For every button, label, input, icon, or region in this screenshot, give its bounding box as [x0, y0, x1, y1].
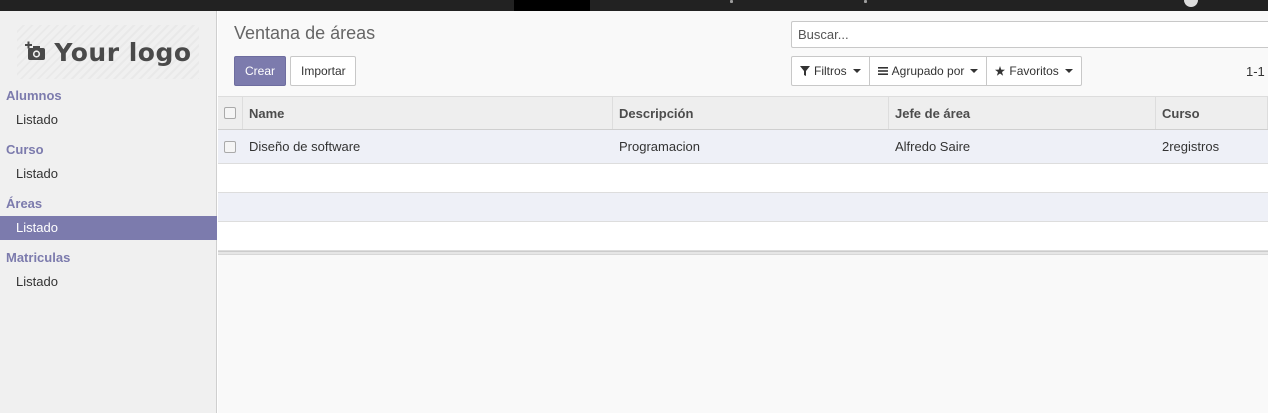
- search-input[interactable]: [792, 22, 1268, 47]
- cell-curso: 2registros: [1162, 139, 1220, 154]
- menu-header-alumnos[interactable]: Alumnos: [0, 84, 217, 108]
- camera-plus-icon: [25, 41, 46, 60]
- column-header-name[interactable]: Name: [243, 97, 613, 129]
- menu-header-matriculas[interactable]: Matriculas: [0, 246, 217, 270]
- column-header-jefe-de-area[interactable]: Jefe de área: [889, 97, 1156, 129]
- menu-section-alumnos: Alumnos Listado: [0, 84, 217, 132]
- menu-item-curso-listado[interactable]: Listado: [0, 162, 217, 186]
- cell-name: Diseño de software: [249, 139, 361, 154]
- user-avatar[interactable]: [1184, 0, 1198, 7]
- filters-button[interactable]: Filtros: [792, 57, 869, 85]
- empty-table-row: [218, 164, 1268, 193]
- table-footer: [218, 251, 1268, 255]
- import-button[interactable]: Importar: [290, 56, 356, 86]
- logo-text: Your logo: [54, 37, 192, 67]
- column-header-curso[interactable]: Curso: [1156, 97, 1268, 129]
- filter-icon: [800, 66, 810, 76]
- favorites-button[interactable]: Favoritos: [986, 57, 1080, 85]
- caret-down-icon: [1064, 69, 1073, 73]
- row-checkbox[interactable]: [224, 140, 236, 153]
- page-title: Ventana de áreas: [234, 23, 376, 43]
- group-by-button[interactable]: Agrupado por: [868, 57, 987, 85]
- top-navbar-text-fragment: [730, 0, 733, 3]
- table-header-row: Name Descripción Jefe de área Curso: [218, 96, 1268, 130]
- cell-jefe-de-area: Alfredo Saire: [895, 139, 971, 154]
- main-content: Ventana de áreas Crear Importar Filtros …: [218, 11, 1268, 413]
- menu-section-matriculas: Matriculas Listado: [0, 246, 217, 294]
- caret-down-icon: [852, 69, 861, 73]
- search-options: Filtros Agrupado por Favoritos: [791, 56, 1082, 86]
- favorites-label: Favoritos: [1009, 64, 1059, 78]
- select-all-checkbox[interactable]: [224, 107, 236, 119]
- bars-icon: [877, 67, 888, 75]
- top-navbar-text-fragment: [864, 0, 867, 3]
- caret-down-icon: [970, 69, 979, 73]
- menu-section-curso: Curso Listado: [0, 138, 217, 186]
- cell-descripcion: Programacion: [619, 139, 700, 154]
- row-select-cell: [218, 130, 243, 163]
- menu-header-areas[interactable]: Áreas: [0, 192, 217, 216]
- menu-item-alumnos-listado[interactable]: Listado: [0, 108, 217, 132]
- menu-section-areas: Áreas Listado: [0, 192, 217, 240]
- menu-header-curso[interactable]: Curso: [0, 138, 217, 162]
- company-logo[interactable]: Your logo: [17, 25, 199, 79]
- list-view-table: Name Descripción Jefe de área Curso Dise…: [218, 96, 1268, 255]
- table-row[interactable]: Diseño de software Programacion Alfredo …: [218, 130, 1268, 164]
- top-navbar-active-item[interactable]: [514, 0, 590, 11]
- sidebar: Your logo Alumnos Listado Curso Listado …: [0, 11, 217, 413]
- star-icon: [995, 66, 1006, 76]
- menu-item-areas-listado[interactable]: Listado: [0, 216, 217, 240]
- empty-table-row: [218, 222, 1268, 251]
- select-all-cell: [218, 97, 243, 129]
- search-box: [791, 21, 1268, 48]
- group-by-label: Agrupado por: [891, 64, 965, 78]
- control-panel: Ventana de áreas Crear Importar Filtros …: [218, 11, 1268, 96]
- pager-value[interactable]: 1-1: [1246, 64, 1265, 79]
- empty-table-row: [218, 193, 1268, 222]
- column-header-descripcion[interactable]: Descripción: [613, 97, 889, 129]
- top-navbar: [0, 0, 1268, 11]
- create-button[interactable]: Crear: [234, 56, 286, 86]
- filters-label: Filtros: [814, 64, 847, 78]
- menu-item-matriculas-listado[interactable]: Listado: [0, 270, 217, 294]
